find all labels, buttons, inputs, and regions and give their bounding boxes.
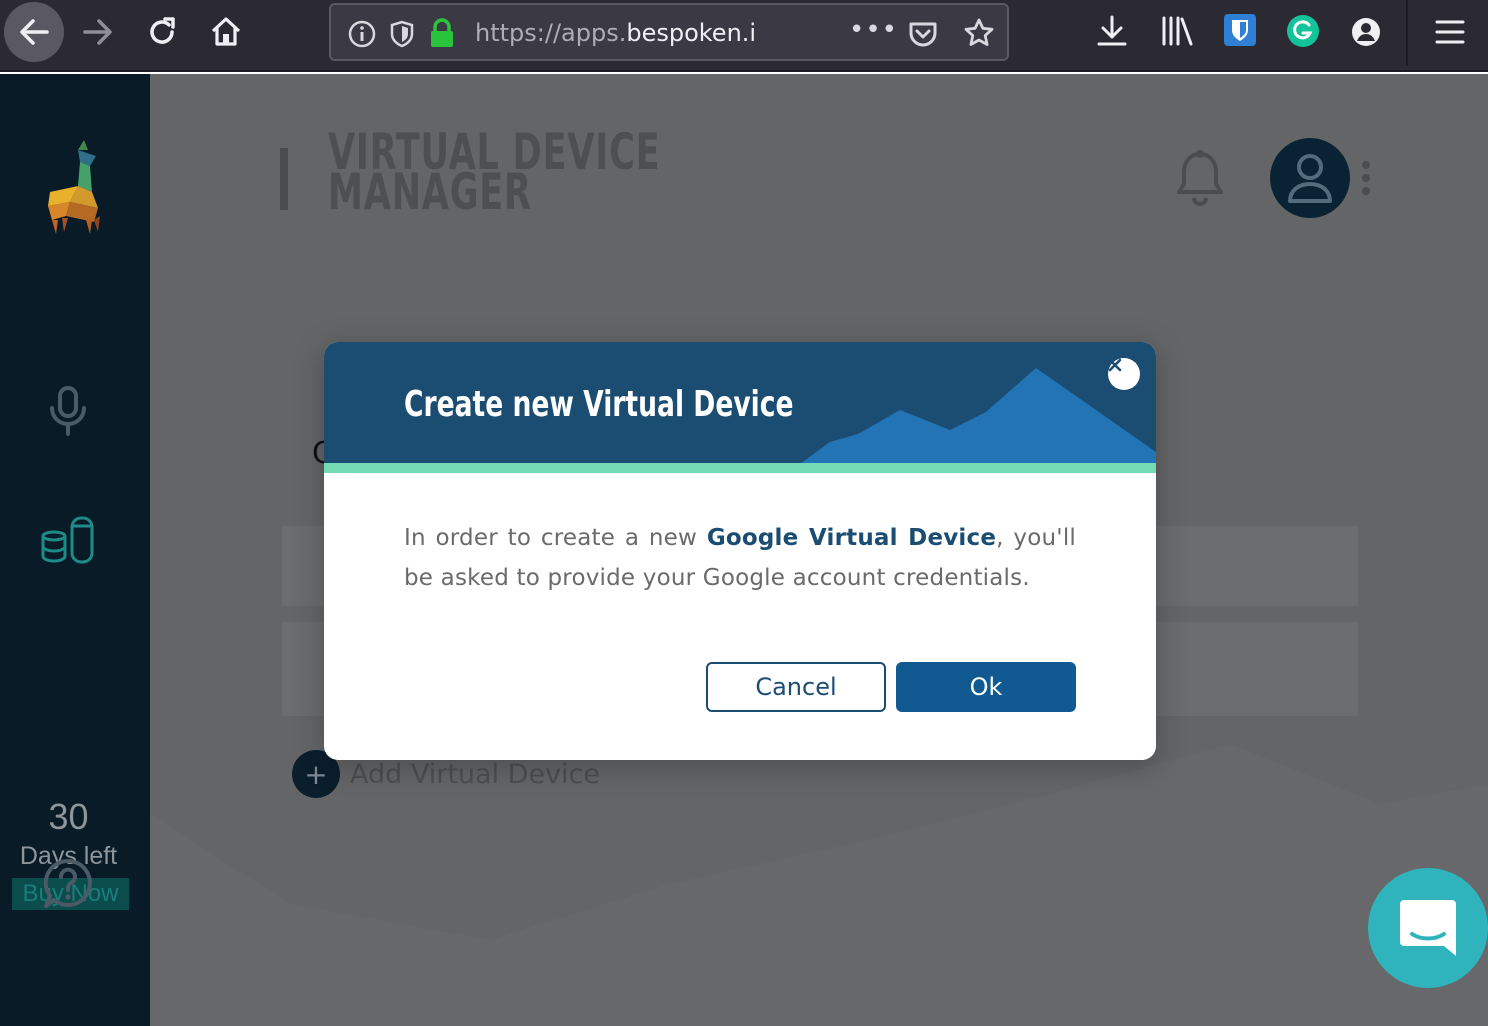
back-button[interactable] xyxy=(4,2,64,62)
browser-toolbar: https://apps.bespoken.i ••• xyxy=(0,0,1488,72)
kebab-menu-icon[interactable] xyxy=(1360,160,1372,196)
avatar[interactable] xyxy=(1270,138,1350,218)
cancel-button[interactable]: Cancel xyxy=(706,662,886,712)
page-title-bar xyxy=(280,148,288,210)
lock-icon[interactable] xyxy=(427,17,457,49)
trial-days-count: 30 xyxy=(48,796,89,837)
devices-icon[interactable] xyxy=(40,512,98,566)
app-sidebar: 30 Days left Buy Now xyxy=(0,74,150,1026)
modal-title: Create new Virtual Device xyxy=(404,384,794,425)
chat-icon xyxy=(1400,900,1456,956)
help-icon[interactable] xyxy=(42,858,94,910)
toolbar-separator xyxy=(1406,0,1408,66)
forward-button[interactable] xyxy=(70,4,126,60)
modal-message: In order to create a new Google Virtual … xyxy=(404,525,1076,591)
home-icon xyxy=(211,17,241,46)
modal-header: Create new Virtual Device xyxy=(324,342,1156,464)
modal-message-highlight: Google Virtual Device xyxy=(706,525,997,551)
info-icon[interactable] xyxy=(347,19,377,49)
library-icon[interactable] xyxy=(1160,14,1194,48)
bell-icon[interactable] xyxy=(1174,148,1226,206)
download-icon[interactable] xyxy=(1096,14,1128,48)
star-icon[interactable] xyxy=(963,17,995,49)
close-icon xyxy=(1108,358,1122,372)
bitwarden-icon[interactable] xyxy=(1224,14,1256,48)
arrow-left-icon xyxy=(20,19,49,45)
add-virtual-device-label: Add Virtual Device xyxy=(350,758,601,790)
microphone-icon[interactable] xyxy=(48,386,88,436)
close-button[interactable] xyxy=(1108,358,1140,390)
page-title: VIRTUAL DEVICE MANAGER xyxy=(328,123,661,221)
hamburger-menu-icon[interactable] xyxy=(1434,18,1466,46)
create-device-modal: Create new Virtual Device In order to cr… xyxy=(324,342,1156,760)
chat-launcher-button[interactable] xyxy=(1368,868,1488,988)
address-bar[interactable]: https://apps.bespoken.i ••• xyxy=(329,3,1009,61)
home-button[interactable] xyxy=(198,4,254,60)
modal-accent-stripe xyxy=(324,463,1156,473)
url-text[interactable]: https://apps.bespoken.i xyxy=(475,19,781,47)
page-actions-menu[interactable]: ••• xyxy=(849,15,898,45)
arrow-right-icon xyxy=(83,19,112,45)
user-icon xyxy=(1288,154,1332,203)
ok-button[interactable]: Ok xyxy=(896,662,1076,712)
reload-button[interactable] xyxy=(134,4,190,60)
reload-icon xyxy=(150,17,175,44)
shield-icon[interactable] xyxy=(387,19,417,49)
pocket-icon[interactable] xyxy=(907,19,939,49)
llama-logo-icon[interactable] xyxy=(40,136,104,236)
account-icon[interactable] xyxy=(1350,16,1382,48)
grammarly-icon[interactable] xyxy=(1286,14,1320,48)
